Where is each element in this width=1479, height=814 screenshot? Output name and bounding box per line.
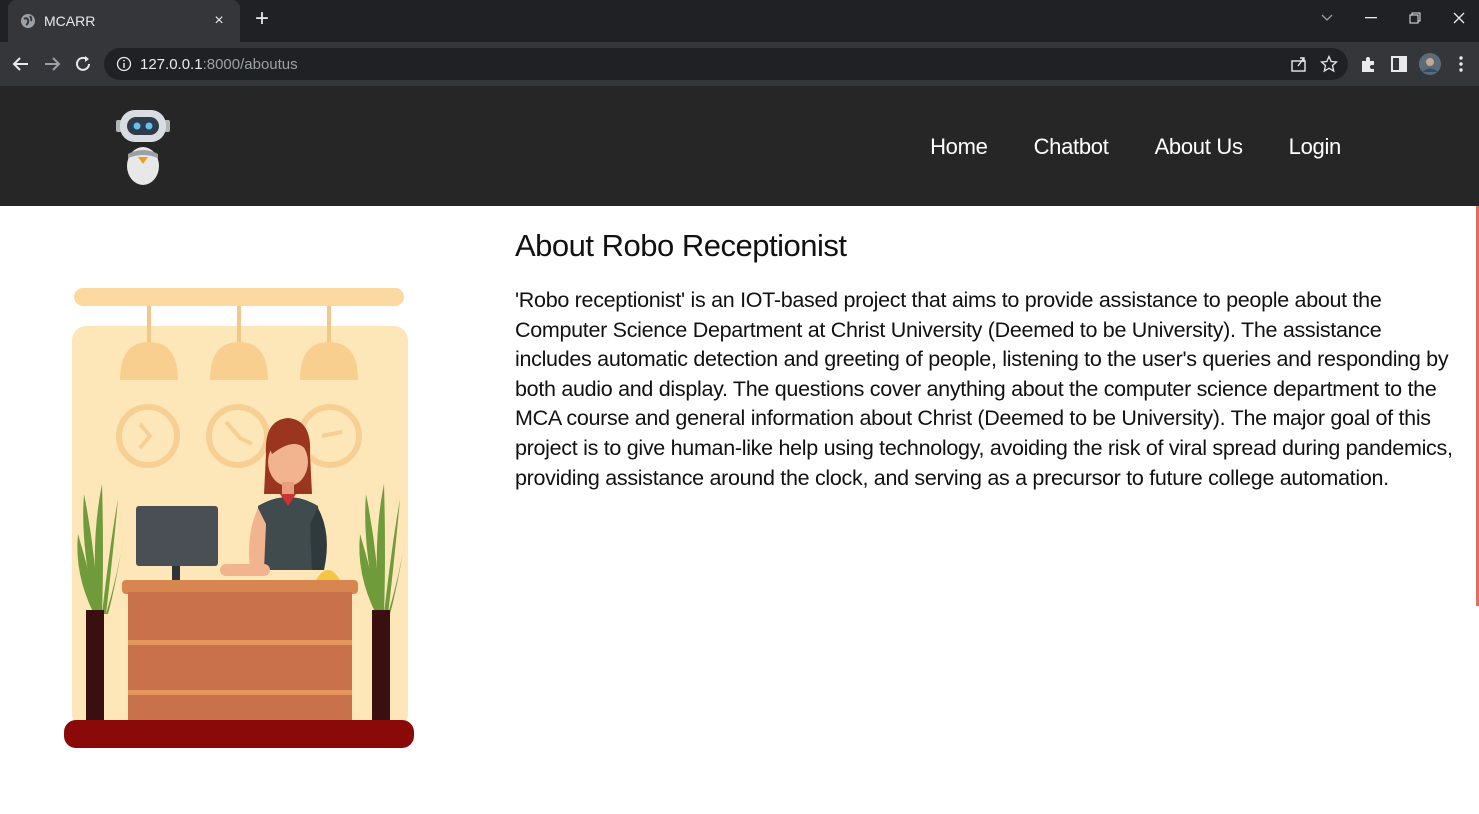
url-host: 127.0.0.1 xyxy=(140,55,203,73)
reload-icon[interactable] xyxy=(70,51,96,77)
nav-chatbot[interactable]: Chatbot xyxy=(1034,134,1109,160)
about-heading: About Robo Receptionist xyxy=(515,228,847,263)
sidepanel-icon[interactable] xyxy=(1388,53,1410,75)
profile-avatar[interactable] xyxy=(1419,53,1441,75)
plus-icon[interactable]: + xyxy=(250,7,274,32)
browser-tab[interactable]: MCARR × xyxy=(8,0,240,42)
chevron-down-icon[interactable] xyxy=(1305,0,1349,36)
about-section: About Robo Receptionist 'Robo receptioni… xyxy=(515,228,1455,493)
close-icon[interactable]: × xyxy=(210,12,228,30)
restore-icon[interactable] xyxy=(1393,0,1437,36)
share-icon[interactable] xyxy=(1290,55,1308,73)
about-body: 'Robo receptionist' is an IOT-based proj… xyxy=(515,288,1453,490)
main-nav: Home Chatbot About Us Login xyxy=(930,134,1341,160)
address-bar[interactable]: 127.0.0.1:8000/aboutus xyxy=(104,48,1348,80)
minimize-icon[interactable] xyxy=(1349,0,1393,36)
info-icon[interactable] xyxy=(116,56,132,72)
url-path: :8000/aboutus xyxy=(202,55,298,73)
menu-icon[interactable] xyxy=(1450,53,1472,75)
nav-home[interactable]: Home xyxy=(930,134,988,160)
browser-tabstrip: MCARR × + xyxy=(0,0,1479,42)
star-icon[interactable] xyxy=(1320,55,1338,73)
robot-logo[interactable] xyxy=(116,108,170,186)
globe-icon xyxy=(21,14,35,28)
back-icon[interactable] xyxy=(8,51,34,77)
receptionist-illustration xyxy=(64,288,414,748)
nav-about-us[interactable]: About Us xyxy=(1155,134,1243,160)
nav-login[interactable]: Login xyxy=(1289,134,1342,160)
browser-toolbar: 127.0.0.1:8000/aboutus xyxy=(0,42,1479,86)
tab-title: MCARR xyxy=(44,13,96,29)
extensions-icon[interactable] xyxy=(1357,53,1379,75)
site-navbar: Home Chatbot About Us Login xyxy=(0,86,1479,206)
forward-icon[interactable] xyxy=(39,51,65,77)
window-close-icon[interactable] xyxy=(1437,0,1479,36)
